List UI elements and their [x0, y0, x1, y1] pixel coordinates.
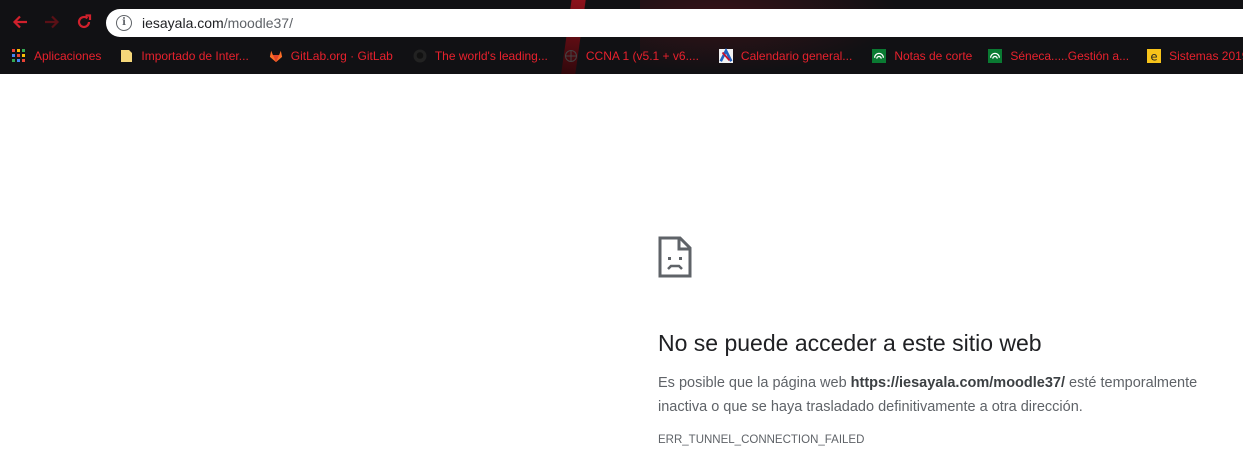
svg-text:e: e [1151, 49, 1158, 63]
junta-andalucia-icon [988, 49, 1003, 63]
bookmark-sistemas[interactable]: e Sistemas 2019 [1139, 44, 1243, 68]
bookmark-aplicaciones[interactable]: Aplicaciones [0, 44, 109, 68]
bookmarks-bar: Aplicaciones Importado de Inter... GitLa… [0, 42, 1243, 70]
apps-grid-icon [12, 49, 26, 63]
bookmark-seneca[interactable]: Séneca.....Gestión a... [980, 44, 1137, 68]
junta-andalucia-icon [872, 49, 887, 63]
error-code[interactable]: ERR_TUNNEL_CONNECTION_FAILED [658, 434, 1218, 446]
calendar-favicon-icon [718, 48, 733, 63]
forward-arrow-icon [45, 15, 60, 29]
bookmark-github[interactable]: The world's leading... [405, 44, 556, 68]
moodle-e-icon: e [1147, 49, 1162, 63]
bookmark-label: Sistemas 2019 [1169, 49, 1243, 63]
error-desc-before: Es posible que la página web [658, 375, 851, 391]
reload-icon [77, 14, 92, 29]
url-host: iesayala.com [142, 15, 224, 31]
bookmark-gitlab[interactable]: GitLab.org · GitLab [261, 44, 401, 68]
bookmark-label: Importado de Inter... [141, 49, 249, 63]
bookmark-label: Séneca.....Gestión a... [1010, 49, 1130, 63]
bookmark-label: Notas de corte [894, 49, 973, 63]
error-page: No se puede acceder a este sitio web Es … [658, 236, 1218, 446]
github-icon [413, 49, 427, 63]
bookmark-importado[interactable]: Importado de Inter... [111, 44, 256, 68]
address-bar[interactable]: i iesayala.com/moodle37/ [106, 9, 1243, 37]
bookmark-label: Aplicaciones [34, 49, 102, 63]
bookmark-label: GitLab.org · GitLab [290, 49, 393, 63]
address-url[interactable]: iesayala.com/moodle37/ [142, 15, 293, 31]
bookmark-notas-de-corte[interactable]: Notas de corte [864, 44, 980, 68]
error-url: https://iesayala.com/moodle37/ [850, 375, 1066, 391]
error-title: No se puede acceder a este sitio web [658, 330, 1042, 356]
error-description: Es posible que la página web https://ies… [658, 371, 1218, 419]
site-info-icon[interactable]: i [116, 15, 132, 31]
reload-button[interactable] [72, 10, 96, 34]
bookmark-label: The world's leading... [434, 49, 548, 63]
url-path: /moodle37/ [223, 15, 293, 31]
gitlab-icon [269, 49, 283, 63]
back-arrow-icon [12, 15, 27, 29]
folder-icon [119, 49, 133, 63]
globe-icon [564, 49, 578, 63]
bookmark-label: Calendario general... [740, 49, 853, 63]
browser-toolbar: i iesayala.com/moodle37/ [0, 6, 1243, 38]
sad-page-icon [658, 236, 692, 278]
bookmark-ccna[interactable]: CCNA 1 (v5.1 + v6.... [556, 44, 707, 68]
back-button[interactable] [8, 10, 32, 34]
forward-button[interactable] [40, 10, 64, 34]
browser-chrome: i iesayala.com/moodle37/ Aplicaciones Im… [0, 0, 1243, 74]
bookmark-label: CCNA 1 (v5.1 + v6.... [585, 49, 699, 63]
bookmark-calendario[interactable]: Calendario general... [711, 44, 860, 68]
